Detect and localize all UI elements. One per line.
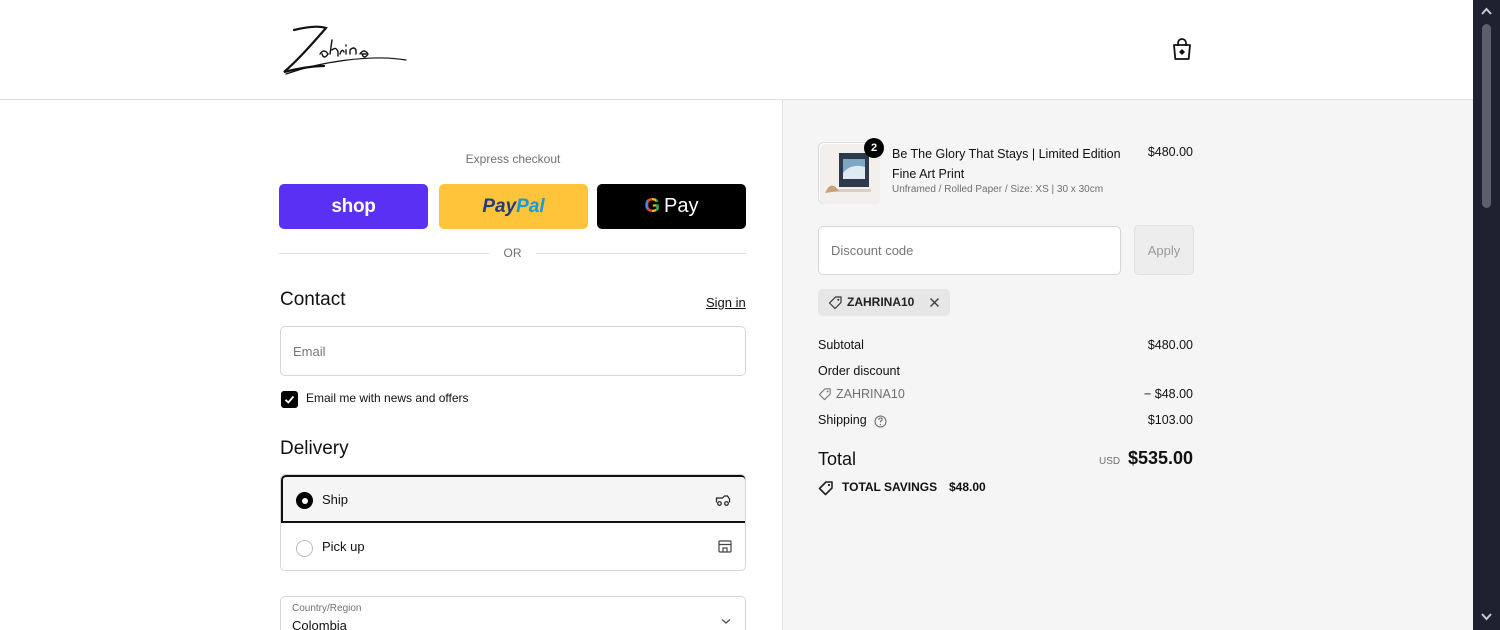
delivery-title: Delivery — [280, 438, 349, 459]
contact-title: Contact — [280, 289, 346, 310]
country-select[interactable]: Country/Region Colombia — [280, 596, 746, 630]
page-scrollbar[interactable] — [1473, 0, 1500, 630]
quantity-badge: 2 — [864, 138, 884, 158]
newsletter-checkbox[interactable] — [281, 391, 298, 408]
help-circle-icon[interactable] — [874, 415, 887, 428]
google-pay-button[interactable]: G Pay — [597, 184, 746, 229]
chevron-down-icon — [721, 618, 731, 624]
delivery-option-ship[interactable]: Ship — [281, 475, 745, 523]
shipping-value: $103.00 — [1147, 413, 1193, 427]
sign-in-link[interactable]: Sign in — [706, 295, 746, 310]
paypal-button[interactable]: Pay Pal — [439, 184, 588, 229]
newsletter-label: Email me with news and offers — [306, 391, 469, 405]
discount-code-input[interactable] — [819, 227, 1120, 274]
paypal-label-pay: Pay — [482, 195, 517, 217]
total-label: Total — [818, 449, 857, 469]
shipping-label: Shipping — [818, 413, 867, 427]
subtotal-label: Subtotal — [818, 338, 864, 352]
savings-tag-icon — [818, 481, 833, 496]
applied-code-text: ZAHRINA10 — [847, 295, 915, 309]
checkmark-icon — [284, 395, 295, 404]
subtotal-value: $480.00 — [1147, 338, 1193, 352]
total-value: $535.00 — [1128, 448, 1194, 468]
country-label: Country/Region — [292, 603, 362, 614]
product-price: $480.00 — [1147, 145, 1193, 159]
shop-pay-label: shop — [331, 195, 376, 217]
paypal-label-pal: Pal — [516, 195, 545, 217]
store-icon — [718, 540, 732, 553]
email-input[interactable] — [281, 327, 745, 375]
scroll-down-arrow-icon[interactable] — [1480, 612, 1493, 622]
applied-discount-chip: ZAHRINA10 — [818, 289, 950, 316]
order-discount-label: Order discount — [818, 364, 900, 378]
remove-discount-icon[interactable] — [928, 296, 941, 309]
checkout-page: Express checkout shop Pay Pal G Pay OR Con… — [0, 0, 1473, 630]
tag-icon — [828, 296, 842, 310]
product-name: Be The Glory That Stays | Limited Editio… — [892, 147, 1121, 181]
ship-radio[interactable] — [296, 492, 313, 509]
express-checkout-title: Express checkout — [465, 152, 561, 166]
discount-value: − $48.00 — [1143, 387, 1193, 401]
or-divider: OR — [279, 244, 746, 262]
email-field-wrapper — [280, 326, 746, 376]
delivery-method-group: Ship Pick up — [280, 474, 746, 571]
total-savings-label: TOTAL SAVINGS — [842, 480, 938, 494]
shopping-bag-icon[interactable] — [1170, 36, 1194, 62]
ship-label: Ship — [322, 492, 349, 507]
total-currency: USD — [1099, 456, 1121, 467]
google-g-icon: G — [644, 195, 661, 217]
truck-icon — [715, 495, 731, 506]
discount-field-wrapper — [818, 226, 1121, 275]
pickup-radio[interactable] — [296, 540, 313, 557]
scrollbar-thumb[interactable] — [1482, 24, 1491, 208]
country-value: Colombia — [292, 618, 347, 630]
product-variant: Unframed / Rolled Paper / Size: XS | 30 … — [892, 184, 1104, 195]
or-text: OR — [503, 246, 522, 260]
header — [0, 0, 1473, 100]
shop-pay-button[interactable]: shop — [279, 184, 428, 229]
tag-icon — [818, 388, 831, 401]
scroll-up-arrow-icon[interactable] — [1480, 6, 1493, 16]
discount-code-label: ZAHRINA10 — [836, 387, 905, 401]
pickup-label: Pick up — [322, 539, 365, 554]
apply-discount-button[interactable]: Apply — [1134, 225, 1194, 275]
google-pay-label: Pay — [664, 195, 699, 217]
total-savings-value: $48.00 — [949, 480, 986, 494]
zahrina-logo[interactable] — [280, 20, 410, 78]
delivery-option-pickup[interactable]: Pick up — [281, 523, 745, 570]
